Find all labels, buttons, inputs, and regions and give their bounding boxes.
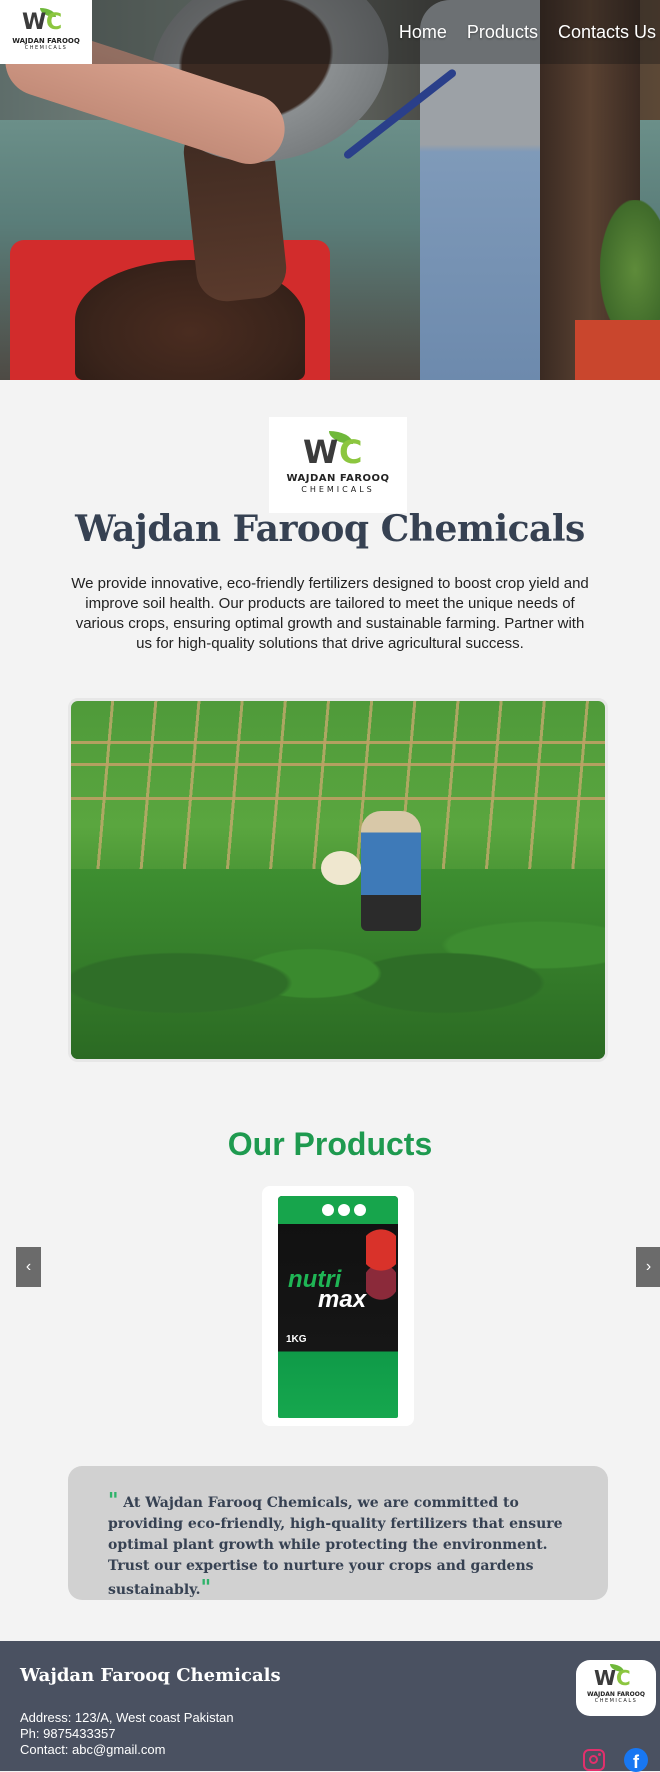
quote-box: " At Wajdan Farooq Chemicals, we are com… bbox=[68, 1466, 608, 1600]
photo-rail bbox=[71, 763, 605, 766]
logo-letters-c: C bbox=[46, 10, 62, 35]
carousel-prev-button[interactable]: ‹ bbox=[16, 1247, 41, 1287]
nav-logo[interactable]: W C WAJDAN FAROOQ CHEMICALS bbox=[0, 0, 92, 64]
hero-photo-pot bbox=[575, 320, 660, 380]
nav-link-contacts[interactable]: Contacts Us bbox=[548, 0, 660, 64]
logo-image: W C WAJDAN FAROOQ CHEMICALS bbox=[269, 417, 407, 513]
footer: Wajdan Farooq Chemicals Address: 123/A, … bbox=[0, 1641, 660, 1772]
logo-letters-w: W bbox=[22, 10, 46, 35]
nav-link-home[interactable]: Home bbox=[389, 0, 457, 64]
footer-address: Address: 123/A, West coast Pakistan bbox=[20, 1710, 234, 1725]
product-image: nutri max 1KG bbox=[278, 1196, 398, 1418]
nav-link-products[interactable]: Products bbox=[457, 0, 548, 64]
quote-paragraph: " At Wajdan Farooq Chemicals, we are com… bbox=[108, 1490, 568, 1601]
pack-dot bbox=[354, 1204, 366, 1216]
quote-close-icon: " bbox=[200, 1575, 211, 1599]
logo-line2: CHEMICALS bbox=[301, 485, 375, 494]
footer-phone: Ph: 9875433357 bbox=[20, 1726, 116, 1741]
logo-line1: WAJDAN FAROOQ bbox=[12, 37, 80, 45]
photo-farmer bbox=[361, 811, 421, 931]
farm-photo bbox=[68, 698, 608, 1062]
pack-dot bbox=[338, 1204, 350, 1216]
quote-open-icon: " bbox=[108, 1488, 119, 1512]
logo-letters-c: C bbox=[339, 433, 363, 471]
photo-leaves bbox=[71, 869, 605, 1059]
product-weight: 1KG bbox=[286, 1334, 307, 1345]
hero-banner: W C WAJDAN FAROOQ CHEMICALS Home Product… bbox=[0, 0, 660, 380]
logo-line1: WAJDAN FAROOQ bbox=[587, 1691, 645, 1698]
instagram-icon[interactable] bbox=[583, 1749, 605, 1771]
photo-watering-can bbox=[321, 851, 361, 885]
intro-logo: W C WAJDAN FAROOQ CHEMICALS bbox=[269, 417, 407, 513]
product-brand-part2: max bbox=[318, 1286, 367, 1313]
logo-image: W C WAJDAN FAROOQ CHEMICALS bbox=[0, 0, 92, 64]
logo-letters-w: W bbox=[594, 1666, 616, 1690]
pack-dot bbox=[322, 1204, 334, 1216]
products-title: Our Products bbox=[227, 1126, 433, 1162]
footer-contact-info: Address: 123/A, West coast Pakistan Ph: … bbox=[20, 1710, 234, 1758]
logo-line2: CHEMICALS bbox=[24, 45, 68, 51]
intro-description: We provide innovative, eco-friendly fert… bbox=[71, 575, 589, 652]
footer-email: Contact: abc@gmail.com bbox=[20, 1742, 166, 1757]
logo-line2: CHEMICALS bbox=[594, 1698, 638, 1704]
footer-title: Wajdan Farooq Chemicals bbox=[20, 1665, 281, 1686]
logo-line1: WAJDAN FAROOQ bbox=[286, 473, 390, 484]
facebook-icon[interactable]: f bbox=[624, 1748, 648, 1772]
chevron-right-icon: › bbox=[645, 1258, 652, 1275]
company-title: Wajdan Farooq Chemicals bbox=[75, 508, 585, 550]
logo-letters-w: W bbox=[303, 433, 338, 471]
chevron-left-icon: ‹ bbox=[25, 1258, 32, 1275]
photo-rail bbox=[71, 797, 605, 800]
pack-fruit-image bbox=[366, 1226, 396, 1306]
main-nav: Home Products Contacts Us bbox=[389, 0, 660, 64]
photo-rail bbox=[71, 741, 605, 744]
hero-photo-plant bbox=[600, 200, 660, 340]
carousel-next-button[interactable]: › bbox=[636, 1247, 660, 1287]
logo-image: W C WAJDAN FAROOQ CHEMICALS bbox=[576, 1660, 656, 1716]
footer-logo: W C WAJDAN FAROOQ CHEMICALS bbox=[576, 1660, 656, 1716]
logo-letters-c: C bbox=[616, 1666, 631, 1690]
product-card[interactable]: nutri max 1KG bbox=[262, 1186, 414, 1426]
quote-text: At Wajdan Farooq Chemicals, we are commi… bbox=[108, 1495, 563, 1598]
